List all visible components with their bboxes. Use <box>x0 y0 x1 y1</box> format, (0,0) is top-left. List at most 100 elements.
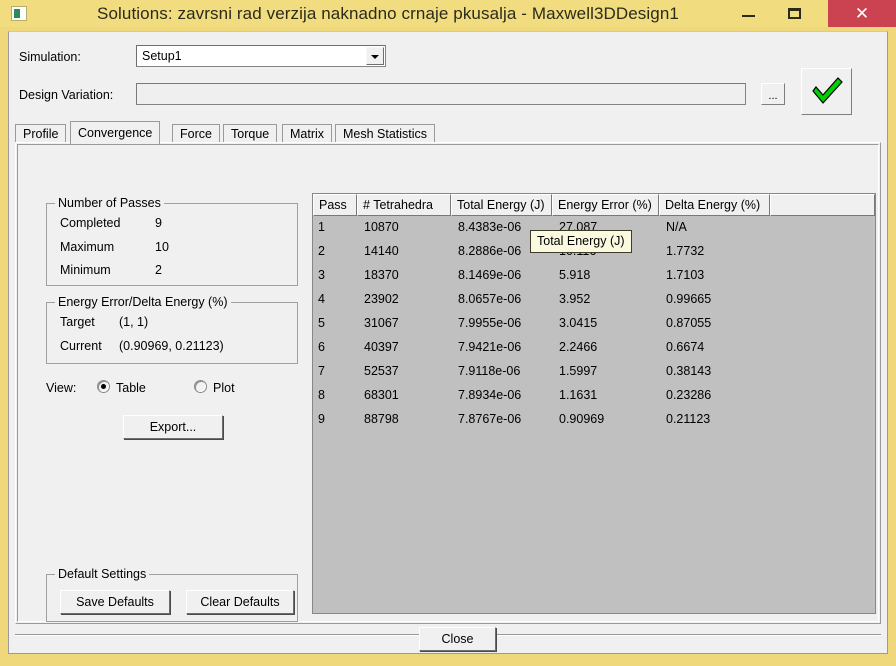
cell-delta-energy: N/A <box>666 220 687 234</box>
cell-tetrahedra: 23902 <box>364 292 399 306</box>
cell-total-energy: 7.8934e-06 <box>458 388 522 402</box>
tab-mesh-statistics[interactable]: Mesh Statistics <box>335 124 436 143</box>
tab-profile[interactable]: Profile <box>15 124 67 143</box>
cell-tetrahedra: 88798 <box>364 412 399 426</box>
tab-convergence[interactable]: Convergence <box>70 121 161 144</box>
table-row[interactable]: 6 40397 7.9421e-06 2.2466 0.6674 <box>313 336 875 360</box>
cell-delta-energy: 0.99665 <box>666 292 712 306</box>
passes-completed-value: 9 <box>155 216 162 230</box>
energy-target-value: (1, 1) <box>119 315 149 329</box>
column-header-energy-error[interactable]: Energy Error (%) <box>552 194 659 216</box>
table-row[interactable]: 4 23902 8.0657e-06 3.952 0.99665 <box>313 288 875 312</box>
close-window-button[interactable]: ✕ <box>828 0 896 27</box>
maximize-button[interactable] <box>771 0 817 27</box>
column-header-tetrahedra[interactable]: # Tetrahedra <box>357 194 451 216</box>
title-bar: Solutions: zavrsni rad verzija naknadno … <box>0 0 896 27</box>
energy-error-delta-energy-group: Energy Error/Delta Energy (%) Target (1,… <box>46 295 298 364</box>
design-variation-input[interactable] <box>136 83 746 105</box>
energy-current-label: Current <box>60 339 102 353</box>
cell-energy-error: 1.1631 <box>559 388 598 402</box>
table-row[interactable]: 9 88798 7.8767e-06 0.90969 0.21123 <box>313 408 875 432</box>
clear-defaults-button[interactable]: Clear Defaults <box>186 590 294 614</box>
table-row[interactable]: 3 18370 8.1469e-06 5.918 1.7103 <box>313 264 875 288</box>
radio-view-table-label: Table <box>116 381 146 395</box>
passes-minimum-label: Minimum <box>60 263 111 277</box>
default-settings-group: Default Settings Save Defaults Clear Def… <box>46 567 298 622</box>
cell-total-energy: 7.9955e-06 <box>458 316 522 330</box>
cell-delta-energy: 1.7103 <box>666 268 705 282</box>
tab-torque[interactable]: Torque <box>223 124 278 143</box>
passes-maximum-label: Maximum <box>60 240 115 254</box>
cell-total-energy: 8.1469e-06 <box>458 268 522 282</box>
cell-tetrahedra: 68301 <box>364 388 399 402</box>
column-header-delta-energy[interactable]: Delta Energy (%) <box>659 194 770 216</box>
column-header-pass[interactable]: Pass <box>313 194 357 216</box>
cell-delta-energy: 0.21123 <box>666 412 711 426</box>
cell-tetrahedra: 52537 <box>364 364 399 378</box>
table-row[interactable]: 5 31067 7.9955e-06 3.0415 0.87055 <box>313 312 875 336</box>
cell-energy-error: 0.90969 <box>559 412 605 426</box>
cell-pass: 6 <box>318 340 325 354</box>
cell-total-energy: 8.0657e-06 <box>458 292 522 306</box>
solutions-dialog-window: Solutions: zavrsni rad verzija naknadno … <box>0 0 896 666</box>
column-header-blank[interactable] <box>770 194 875 216</box>
maximize-icon <box>787 8 801 19</box>
simulation-select[interactable]: Setup1 <box>136 45 386 67</box>
cell-delta-energy: 0.87055 <box>666 316 712 330</box>
cell-tetrahedra: 10870 <box>364 220 399 234</box>
close-icon: ✕ <box>854 4 870 23</box>
minimize-icon <box>741 15 755 17</box>
simulation-selected-value: Setup1 <box>142 49 182 63</box>
cell-delta-energy: 0.6674 <box>666 340 705 354</box>
cell-pass: 2 <box>318 244 325 258</box>
cell-tetrahedra: 18370 <box>364 268 399 282</box>
number-of-passes-group: Number of Passes Completed 9 Maximum 10 … <box>46 196 298 286</box>
column-header-total-energy[interactable]: Total Energy (J) <box>451 194 552 216</box>
cell-pass: 5 <box>318 316 325 330</box>
column-tooltip: Total Energy (J) <box>530 230 632 253</box>
cell-pass: 8 <box>318 388 325 402</box>
cell-energy-error: 3.0415 <box>559 316 598 330</box>
table-body: 1 10870 8.4383e-06 27.087 N/A 2 14140 8.… <box>313 216 875 613</box>
export-button[interactable]: Export... <box>123 415 223 439</box>
convergence-tab-panel: Number of Passes Completed 9 Maximum 10 … <box>15 142 881 624</box>
cell-total-energy: 7.9118e-06 <box>458 364 521 378</box>
energy-group-title: Energy Error/Delta Energy (%) <box>55 295 231 309</box>
simulation-label: Simulation: <box>19 50 81 64</box>
passes-maximum-value: 10 <box>155 240 169 254</box>
table-row[interactable]: 8 68301 7.8934e-06 1.1631 0.23286 <box>313 384 875 408</box>
save-defaults-button[interactable]: Save Defaults <box>60 590 170 614</box>
radio-view-table[interactable] <box>97 380 110 393</box>
cell-pass: 1 <box>318 220 325 234</box>
cell-total-energy: 7.8767e-06 <box>458 412 522 426</box>
cell-energy-error: 3.952 <box>559 292 591 306</box>
convergence-table[interactable]: Pass # Tetrahedra Total Energy (J) Energ… <box>312 193 876 614</box>
tab-force[interactable]: Force <box>172 124 220 143</box>
tab-strip: Profile Convergence Force Torque Matrix … <box>15 121 881 144</box>
radio-view-plot[interactable] <box>194 380 207 393</box>
cell-energy-error: 5.918 <box>559 268 591 282</box>
chevron-down-icon[interactable] <box>366 47 384 65</box>
cell-delta-energy: 0.23286 <box>666 388 712 402</box>
cell-tetrahedra: 31067 <box>364 316 399 330</box>
cell-delta-energy: 1.7732 <box>666 244 705 258</box>
cell-pass: 4 <box>318 292 325 306</box>
cell-energy-error: 1.5997 <box>559 364 598 378</box>
design-variation-browse-button[interactable]: ... <box>761 83 785 105</box>
cell-pass: 3 <box>318 268 325 282</box>
minimize-button[interactable] <box>725 0 771 27</box>
cell-pass: 9 <box>318 412 325 426</box>
table-row[interactable]: 7 52537 7.9118e-06 1.5997 0.38143 <box>313 360 875 384</box>
number-of-passes-title: Number of Passes <box>55 196 164 210</box>
cell-tetrahedra: 40397 <box>364 340 399 354</box>
tab-matrix[interactable]: Matrix <box>282 124 333 143</box>
passes-minimum-value: 2 <box>155 263 162 277</box>
cell-total-energy: 7.9421e-06 <box>458 340 522 354</box>
table-header-row: Pass # Tetrahedra Total Energy (J) Energ… <box>313 194 875 216</box>
green-check-icon <box>811 77 843 104</box>
energy-current-value: (0.90969, 0.21123) <box>119 339 224 353</box>
design-variation-label: Design Variation: <box>19 88 114 102</box>
close-dialog-button[interactable]: Close <box>419 627 496 651</box>
validate-button[interactable] <box>801 68 852 115</box>
cell-energy-error: 2.2466 <box>559 340 598 354</box>
